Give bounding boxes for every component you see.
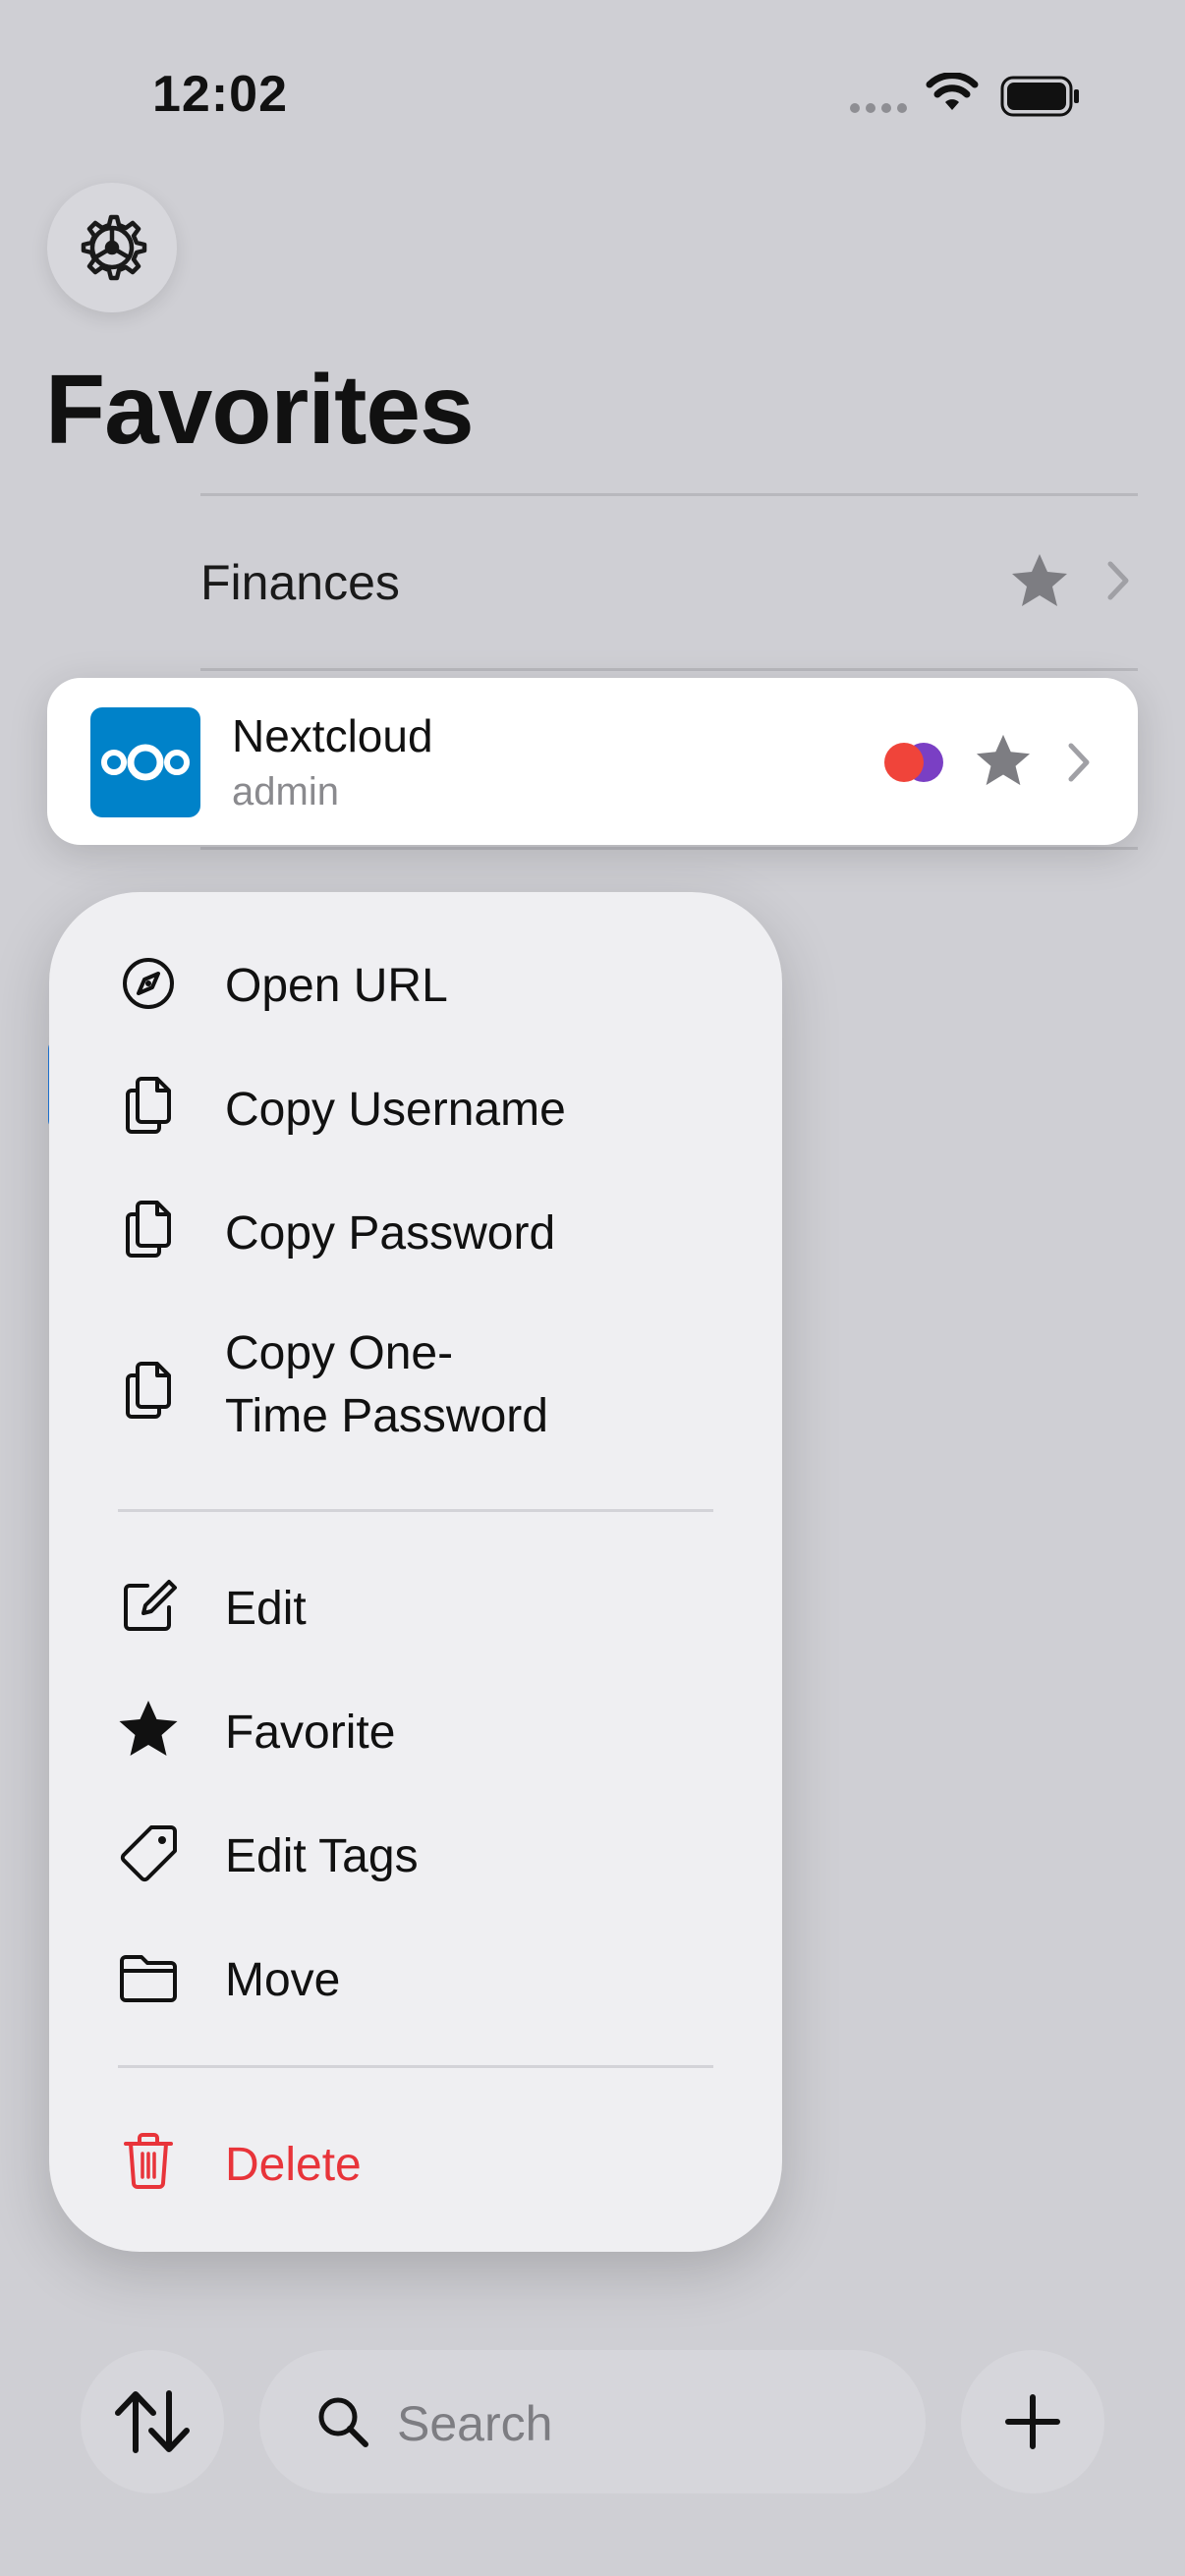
menu-item-edit[interactable]: Edit [49,1552,782,1660]
settings-button[interactable] [47,183,177,312]
star-icon [976,734,1031,786]
list-item-finances[interactable]: Finances [0,501,1185,1131]
menu-item-copy-password[interactable]: Copy Password [49,1177,782,1285]
menu-item-label: Open URL [225,960,448,1012]
trash-icon [124,2133,173,2189]
sort-arrows-icon [115,2390,190,2453]
star-icon [1012,554,1067,606]
copy-icon [126,1201,171,1258]
compass-icon [123,958,174,1009]
menu-item-label: Favorite [225,1707,396,1759]
battery-icon [1000,76,1079,117]
search-icon [318,2397,368,2447]
page-title: Favorites [45,355,475,465]
menu-item-delete[interactable]: Delete [49,2108,782,2216]
entry-card-nextcloud[interactable]: Nextcloud admin [47,678,1138,845]
divider [200,493,1138,496]
tag-dot-red [884,743,924,782]
menu-item-label: Move [225,1954,341,2006]
menu-item-copy-username[interactable]: Copy Username [49,1053,782,1161]
menu-item-label: Copy Username [225,1084,566,1136]
wifi-icon [926,73,979,110]
entry-title: Nextcloud [232,710,433,761]
status-time: 12:02 [152,66,288,123]
tag-icon [120,1825,177,1882]
menu-item-copy-otp[interactable]: Copy One- Time Password [49,1303,782,1480]
plus-icon [1005,2394,1060,2449]
menu-item-label: Copy Password [225,1207,556,1260]
menu-item-edit-tags[interactable]: Edit Tags [49,1800,782,1908]
search-placeholder: Search [397,2396,553,2451]
menu-item-label-line2: Time Password [225,1390,548,1442]
menu-item-favorite[interactable]: Favorite [49,1676,782,1784]
menu-divider [118,1509,713,1512]
menu-item-label: Edit Tags [225,1830,419,1882]
context-menu: Open URL Copy Username Copy Password Cop… [49,892,782,2252]
menu-item-open-url[interactable]: Open URL [49,929,782,1037]
add-button[interactable] [961,2350,1104,2493]
cellular-signal-icon [850,103,907,113]
chevron-right-icon [1068,743,1090,782]
copy-icon [126,1077,171,1134]
star-icon [119,1701,178,1756]
divider [200,668,1138,671]
gear-icon [81,214,147,281]
list-item-label: Finances [200,555,400,610]
search-field[interactable]: Search [259,2350,926,2493]
edit-icon [124,1580,177,1631]
entry-username: admin [232,770,339,813]
sort-button[interactable] [81,2350,224,2493]
menu-divider [118,2065,713,2068]
menu-item-label: Delete [225,2139,362,2191]
menu-item-label: Edit [225,1583,307,1635]
chevron-right-icon [1107,561,1129,600]
menu-item-label-line1: Copy One- [225,1327,454,1379]
nextcloud-logo [90,707,200,817]
folder-icon [120,1955,177,2002]
divider [200,847,1138,850]
menu-item-move[interactable]: Move [49,1924,782,2032]
copy-icon [126,1362,171,1419]
